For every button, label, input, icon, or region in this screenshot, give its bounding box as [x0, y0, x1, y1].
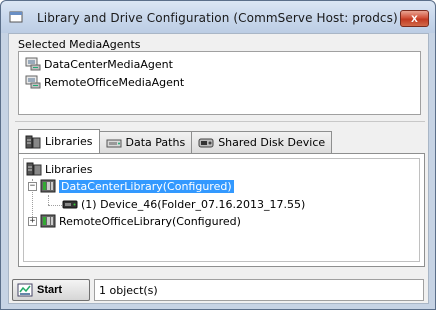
media-agent-label: DataCenterMediaAgent — [44, 57, 173, 71]
tab-shared-disk-device[interactable]: Shared Disk Device — [191, 131, 333, 153]
library-drive-config-window: Library and Drive Configuration (CommSer… — [0, 0, 436, 310]
tab-libraries[interactable]: Libraries — [18, 129, 100, 153]
tab-label: Shared Disk Device — [218, 136, 326, 149]
tree-node-label: Libraries — [45, 162, 93, 176]
section-divider — [15, 121, 425, 122]
tab-label: Data Paths — [125, 136, 186, 149]
bottom-bar: Start 1 object(s) — [12, 279, 427, 301]
libraries-tab-panel: Libraries − DataCenterLibrary(Configured… — [18, 153, 425, 267]
tree-node-label: DataCenterLibrary(Configured) — [59, 179, 234, 193]
tab-data-paths[interactable]: Data Paths — [98, 131, 193, 153]
window-title: Library and Drive Configuration (CommSer… — [37, 11, 398, 25]
media-agent-icon — [25, 57, 41, 71]
selected-media-agents-label: Selected MediaAgents — [18, 38, 141, 51]
media-agents-list[interactable]: DataCenterMediaAgent RemoteOfficeMediaAg… — [18, 51, 421, 115]
close-button[interactable]: x — [400, 10, 429, 27]
library-icon — [40, 179, 56, 193]
status-bar: 1 object(s) — [94, 279, 424, 301]
list-item-remote-office-media-agent[interactable]: RemoteOfficeMediaAgent — [25, 74, 184, 90]
media-agent-label: RemoteOfficeMediaAgent — [44, 75, 185, 89]
tab-label: Libraries — [45, 135, 93, 148]
start-icon — [17, 283, 33, 297]
libraries-tree[interactable]: Libraries − DataCenterLibrary(Configured… — [23, 158, 420, 262]
expand-toggle[interactable]: + — [28, 216, 37, 226]
start-button[interactable]: Start — [12, 279, 90, 301]
device-icon — [62, 200, 78, 209]
list-item-datacenter-media-agent[interactable]: DataCenterMediaAgent — [25, 56, 173, 72]
libraries-icon — [26, 162, 42, 176]
collapse-toggle[interactable]: − — [28, 181, 37, 191]
tree-root-libraries[interactable]: Libraries — [26, 161, 93, 177]
tab-strip: Libraries Data Paths Shared Disk Device — [18, 129, 333, 153]
tree-connector — [48, 195, 49, 205]
tree-node-datacenter-library[interactable]: − DataCenterLibrary(Configured) — [28, 178, 234, 194]
app-icon — [9, 11, 23, 23]
close-icon: x — [411, 11, 418, 25]
shared-disk-icon — [198, 138, 214, 147]
status-text: 1 object(s) — [99, 283, 158, 297]
library-icon — [40, 214, 56, 228]
tree-node-device[interactable]: (1) Device_46(Folder_07.16.2013_17.55) — [62, 196, 305, 212]
start-label: Start — [37, 284, 63, 296]
data-paths-icon — [106, 139, 122, 147]
libraries-icon — [25, 135, 41, 148]
tree-node-label: RemoteOfficeLibrary(Configured) — [59, 214, 241, 228]
title-bar[interactable]: Library and Drive Configuration (CommSer… — [1, 1, 435, 33]
tree-connector — [48, 205, 62, 206]
tree-node-remote-office-library[interactable]: + RemoteOfficeLibrary(Configured) — [28, 213, 241, 229]
tree-node-label: (1) Device_46(Folder_07.16.2013_17.55) — [81, 197, 306, 211]
media-agent-icon — [25, 75, 41, 89]
